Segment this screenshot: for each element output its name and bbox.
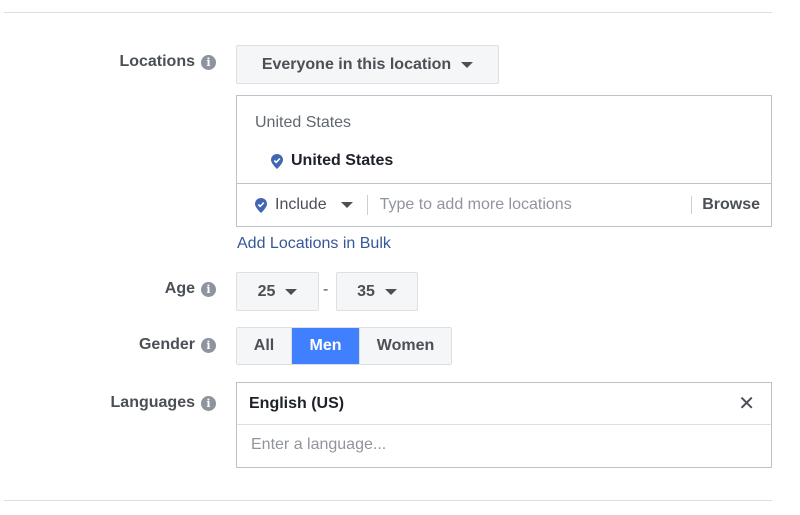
location-type-dropdown[interactable]: Everyone in this location bbox=[236, 45, 499, 84]
locations-label: Locations i bbox=[119, 53, 216, 71]
selected-location-label: United States bbox=[291, 152, 394, 169]
locations-box: United States United States Include Brow… bbox=[236, 95, 772, 227]
gender-label: Gender i bbox=[139, 336, 216, 354]
browse-button[interactable]: Browse bbox=[692, 196, 771, 214]
gender-segmented-control: All Men Women bbox=[236, 327, 452, 365]
languages-label-text: Languages bbox=[110, 394, 195, 411]
close-icon[interactable]: ✕ bbox=[738, 394, 755, 414]
location-pin-icon bbox=[255, 197, 267, 213]
gender-option-women[interactable]: Women bbox=[359, 328, 451, 364]
age-label-text: Age bbox=[164, 280, 195, 297]
age-max-dropdown[interactable]: 35 bbox=[336, 272, 418, 311]
gender-option-all[interactable]: All bbox=[237, 328, 291, 364]
location-search-input[interactable] bbox=[367, 196, 682, 214]
caret-down-icon bbox=[340, 202, 353, 208]
gender-label-text: Gender bbox=[138, 336, 195, 353]
top-divider bbox=[4, 12, 772, 13]
location-pin-icon bbox=[271, 153, 283, 169]
locations-label-text: Locations bbox=[119, 53, 195, 70]
include-dropdown[interactable]: Include bbox=[237, 184, 353, 226]
selected-language-label: English (US) bbox=[249, 394, 345, 412]
age-min-dropdown[interactable]: 25 bbox=[236, 272, 319, 311]
add-locations-bulk-link[interactable]: Add Locations in Bulk bbox=[237, 235, 391, 253]
languages-label: Languages i bbox=[111, 394, 216, 412]
age-min-value: 25 bbox=[257, 282, 276, 300]
caret-down-icon bbox=[384, 288, 397, 295]
locations-group-header: United States bbox=[255, 114, 352, 131]
gender-option-men[interactable]: Men bbox=[291, 328, 359, 364]
language-search-input[interactable] bbox=[249, 435, 733, 455]
include-label: Include bbox=[275, 196, 327, 213]
bottom-divider bbox=[4, 500, 772, 501]
location-type-label: Everyone in this location bbox=[261, 55, 452, 73]
languages-box: English (US) ✕ bbox=[236, 382, 772, 468]
caret-down-icon bbox=[285, 288, 298, 295]
info-icon[interactable]: i bbox=[201, 281, 216, 297]
info-icon[interactable]: i bbox=[201, 54, 216, 70]
age-max-value: 35 bbox=[357, 282, 375, 300]
info-icon[interactable]: i bbox=[201, 337, 216, 353]
info-icon[interactable]: i bbox=[201, 395, 216, 411]
age-label: Age i bbox=[165, 280, 216, 298]
selected-language-tag: English (US) bbox=[237, 383, 771, 425]
locations-input-bar: Include Browse bbox=[237, 184, 771, 226]
caret-down-icon bbox=[461, 61, 474, 68]
selected-location-item[interactable]: United States bbox=[271, 152, 393, 170]
age-range-separator: - bbox=[323, 281, 329, 298]
